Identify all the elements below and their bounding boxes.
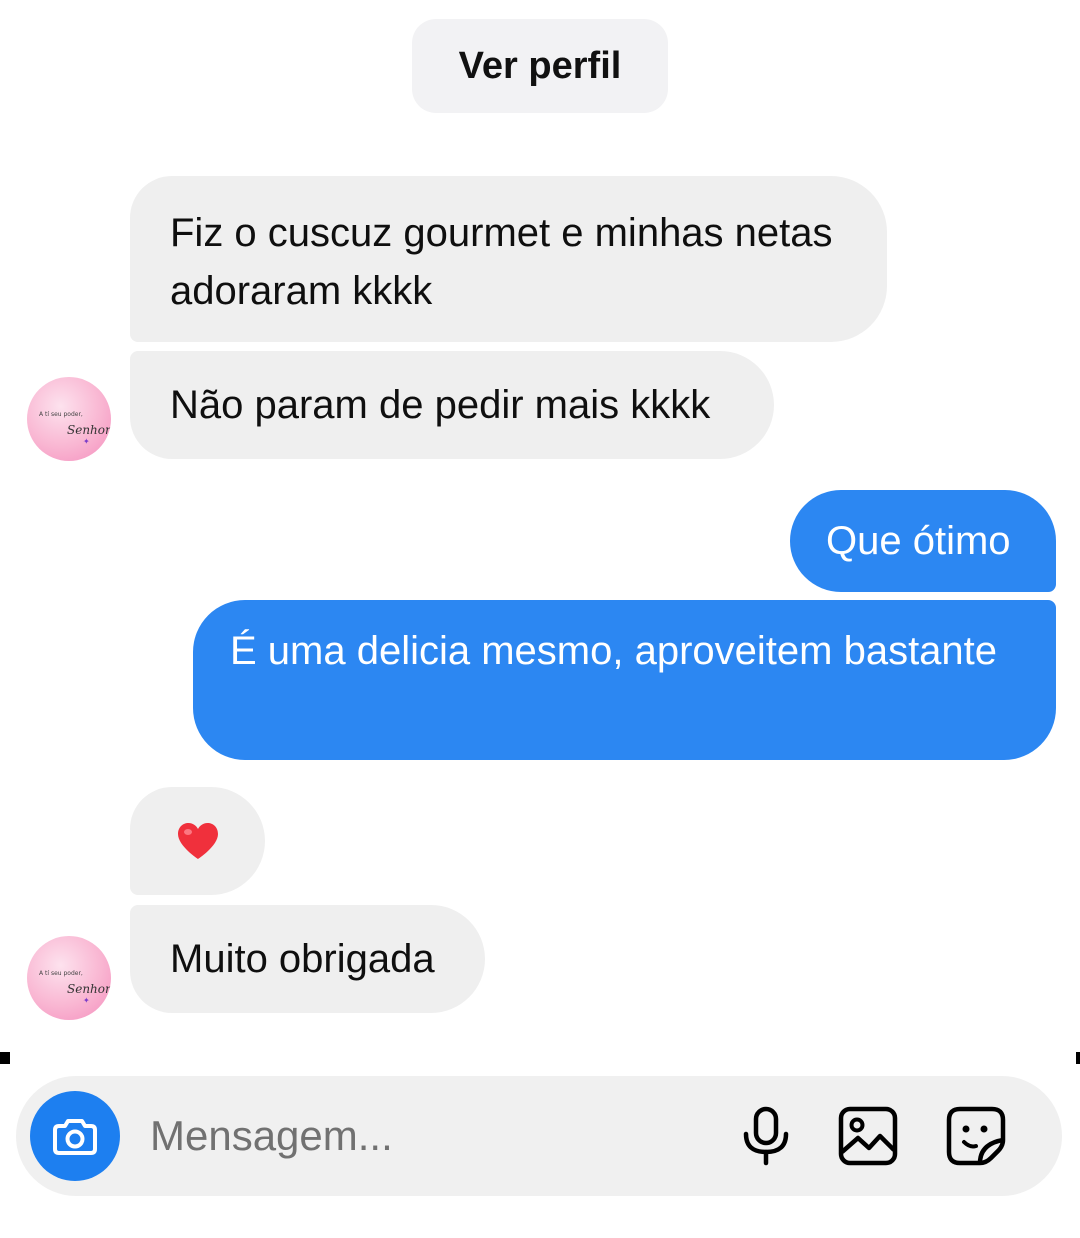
message-incoming[interactable]: Não param de pedir mais kkkk	[130, 351, 774, 459]
message-text: Não param de pedir mais kkkk	[170, 383, 711, 427]
camera-icon	[53, 1119, 97, 1155]
avatar-text: A tí seu poder,	[39, 411, 83, 418]
gallery-button[interactable]	[836, 1104, 900, 1168]
edge-marker	[1076, 1052, 1080, 1064]
edge-marker	[0, 1052, 10, 1064]
message-incoming[interactable]: Fiz o cuscuz gourmet e minhas netas ador…	[130, 176, 887, 342]
heart-icon	[177, 823, 218, 859]
avatar-text: Senhor!	[67, 982, 111, 996]
message-composer	[16, 1076, 1062, 1196]
message-incoming[interactable]: Muito obrigada	[130, 905, 485, 1013]
message-outgoing[interactable]: Que ótimo	[790, 490, 1056, 592]
message-incoming[interactable]	[130, 787, 265, 895]
camera-button[interactable]	[30, 1091, 120, 1181]
avatar[interactable]: A tí seu poder, Senhor! ✦	[27, 936, 111, 1020]
avatar-text: Senhor!	[67, 423, 111, 437]
microphone-icon	[743, 1106, 789, 1166]
sticker-icon	[946, 1106, 1006, 1166]
bow-icon: ✦	[83, 996, 90, 1005]
message-text: É uma delicia mesmo, aproveitem bastante	[230, 629, 998, 673]
message-text: Que ótimo	[826, 519, 1011, 563]
view-profile-button[interactable]: Ver perfil	[412, 19, 668, 113]
message-text: Fiz o cuscuz gourmet e minhas netas ador…	[170, 211, 833, 313]
microphone-button[interactable]	[734, 1104, 798, 1168]
gallery-icon	[838, 1106, 898, 1166]
avatar-text: A tí seu poder,	[39, 970, 83, 977]
avatar[interactable]: A tí seu poder, Senhor! ✦	[27, 377, 111, 461]
message-text: Muito obrigada	[170, 937, 435, 981]
bow-icon: ✦	[83, 437, 90, 446]
message-input[interactable]	[150, 1106, 670, 1166]
message-outgoing[interactable]: É uma delicia mesmo, aproveitem bastante	[193, 600, 1056, 760]
sticker-button[interactable]	[944, 1104, 1008, 1168]
